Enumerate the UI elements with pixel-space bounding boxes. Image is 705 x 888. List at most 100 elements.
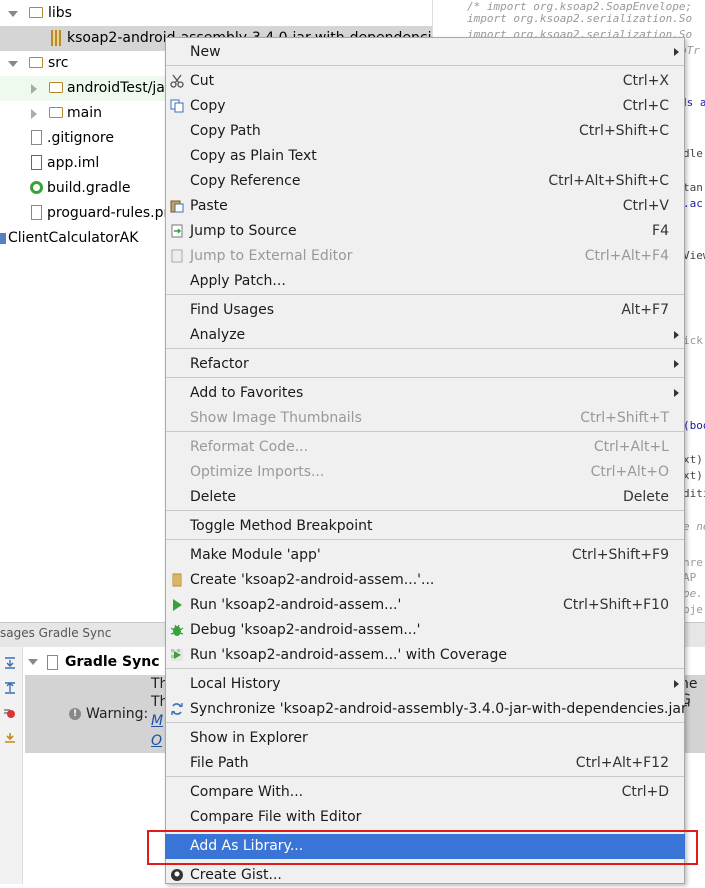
menu-item-toggle-method-breakpoint[interactable]: Toggle Method Breakpoint	[165, 514, 685, 539]
menu-item-file-path[interactable]: File Path Ctrl+Alt+F12	[165, 751, 685, 776]
code-line: import org.ksoap2.serialization.So	[467, 12, 693, 25]
tree-item-label: .gitignore	[47, 130, 114, 146]
submenu-arrow-icon	[674, 48, 679, 56]
warning-label: Warning:	[86, 706, 149, 722]
expand-all-icon[interactable]	[3, 657, 17, 669]
menu-item-refactor[interactable]: Refactor	[165, 352, 685, 377]
tree-item-label: proguard-rules.pro	[47, 205, 178, 221]
menu-separator	[166, 776, 684, 777]
warning-icon: !	[69, 708, 81, 720]
code-fragment: xt)	[683, 469, 703, 482]
submenu-arrow-icon	[674, 680, 679, 688]
menu-separator	[166, 377, 684, 378]
error-filter-icon[interactable]	[3, 707, 17, 719]
menu-separator	[166, 668, 684, 669]
menu-item-show-in-explorer[interactable]: Show in Explorer	[165, 726, 685, 751]
code-fragment: bje	[683, 603, 703, 616]
code-fragment: dle	[683, 147, 703, 160]
tree-item-label: libs	[48, 5, 72, 21]
scissors-icon	[170, 74, 184, 88]
menu-item-add-to-favorites[interactable]: Add to Favorites	[165, 381, 685, 406]
code-fragment: e ne	[683, 520, 705, 533]
menu-item-apply-patch[interactable]: Apply Patch...	[165, 269, 685, 294]
menu-item-delete[interactable]: Delete Delete	[165, 485, 685, 510]
tool-window-tabs[interactable]: sages Gradle Sync	[0, 626, 111, 640]
menu-item-cut[interactable]: Cut Ctrl+X	[165, 69, 685, 94]
code-fragment: .ac	[683, 197, 703, 210]
code-fragment: View	[683, 249, 705, 262]
gradle-icon	[30, 181, 43, 194]
menu-item-run[interactable]: Run 'ksoap2-android-assem...' Ctrl+Shift+…	[165, 593, 685, 618]
menu-item-jump-to-source[interactable]: Jump to Source F4	[165, 219, 685, 244]
menu-separator	[166, 722, 684, 723]
jar-icon	[51, 30, 61, 46]
code-fragment: (boo	[683, 419, 705, 432]
copy-icon	[170, 99, 184, 113]
export-icon[interactable]	[3, 732, 17, 744]
menu-item-new[interactable]: New	[165, 40, 685, 65]
side-toolbar	[0, 647, 23, 884]
folder-icon	[49, 82, 63, 93]
menu-item-jump-external-editor[interactable]: Jump to External Editor Ctrl+Alt+F4	[165, 244, 685, 269]
jar-config-icon	[172, 573, 182, 587]
submenu-arrow-icon	[674, 360, 679, 368]
code-fragment: tan	[683, 181, 703, 194]
tree-item-label: androidTest/ja	[67, 80, 165, 96]
expand-arrow-icon[interactable]	[8, 11, 18, 17]
code-fragment: ick	[683, 334, 703, 347]
folder-icon	[29, 7, 43, 18]
menu-item-compare-with-editor[interactable]: Compare File with Editor	[165, 805, 685, 830]
menu-item-optimize-imports[interactable]: Optimize Imports... Ctrl+Alt+O	[165, 460, 685, 485]
expand-arrow-icon[interactable]	[31, 109, 37, 119]
menu-item-copy[interactable]: Copy Ctrl+C	[165, 94, 685, 119]
menu-item-copy-plain-text[interactable]: Copy as Plain Text	[165, 144, 685, 169]
menu-separator	[166, 348, 684, 349]
menu-item-create-config[interactable]: Create 'ksoap2-android-assem...'...	[165, 568, 685, 593]
run-icon	[173, 599, 182, 611]
menu-item-paste[interactable]: Paste Ctrl+V	[165, 194, 685, 219]
menu-item-create-gist[interactable]: Create Gist...	[165, 863, 685, 888]
code-fragment: pe.	[683, 587, 703, 600]
code-fragment: diti	[683, 487, 705, 500]
menu-item-compare-with[interactable]: Compare With... Ctrl+D	[165, 780, 685, 805]
file-icon	[31, 130, 42, 145]
expand-arrow-icon[interactable]	[28, 659, 38, 665]
menu-item-local-history[interactable]: Local History	[165, 672, 685, 697]
warning-link[interactable]: O	[151, 733, 162, 749]
tree-item-label: main	[67, 105, 102, 121]
menu-item-make-module[interactable]: Make Module 'app' Ctrl+Shift+F9	[165, 543, 685, 568]
expand-arrow-icon[interactable]	[31, 84, 37, 94]
sync-icon	[171, 703, 183, 715]
submenu-arrow-icon	[674, 389, 679, 397]
folder-icon	[49, 107, 63, 118]
jump-to-source-icon	[171, 224, 183, 238]
menu-item-reformat-code[interactable]: Reformat Code... Ctrl+Alt+L	[165, 435, 685, 460]
file-icon	[47, 655, 58, 670]
menu-item-show-image-thumbnails[interactable]: Show Image Thumbnails Ctrl+Shift+T	[165, 406, 685, 431]
menu-item-find-usages[interactable]: Find Usages Alt+F7	[165, 298, 685, 323]
tree-item-libs[interactable]: libs	[0, 1, 432, 26]
menu-item-analyze[interactable]: Analyze	[165, 323, 685, 348]
menu-item-run-with-coverage[interactable]: Run 'ksoap2-android-assem...' with Cover…	[165, 643, 685, 668]
menu-item-copy-path[interactable]: Copy Path Ctrl+Shift+C	[165, 119, 685, 144]
menu-separator	[166, 65, 684, 66]
file-icon	[31, 205, 42, 220]
paste-icon	[170, 200, 184, 213]
folder-icon	[29, 57, 43, 68]
submenu-arrow-icon	[674, 331, 679, 339]
menu-item-copy-reference[interactable]: Copy Reference Ctrl+Alt+Shift+C	[165, 169, 685, 194]
collapse-all-icon[interactable]	[3, 682, 17, 694]
highlight-annotation-box	[147, 830, 698, 865]
menu-item-synchronize[interactable]: Synchronize 'ksoap2-android-assembly-3.4…	[165, 697, 691, 722]
tree-item-label: src	[48, 55, 69, 71]
tree-item-label: app.iml	[47, 155, 100, 171]
warning-link[interactable]: M	[151, 713, 163, 729]
menu-separator	[166, 294, 684, 295]
github-icon	[171, 869, 183, 881]
external-editor-icon	[171, 249, 183, 263]
tree-item-label: ClientCalculatorAK	[8, 230, 139, 246]
expand-arrow-icon[interactable]	[8, 61, 18, 67]
code-fragment: hre	[683, 556, 703, 569]
menu-separator	[166, 539, 684, 540]
menu-item-debug[interactable]: Debug 'ksoap2-android-assem...'	[165, 618, 685, 643]
